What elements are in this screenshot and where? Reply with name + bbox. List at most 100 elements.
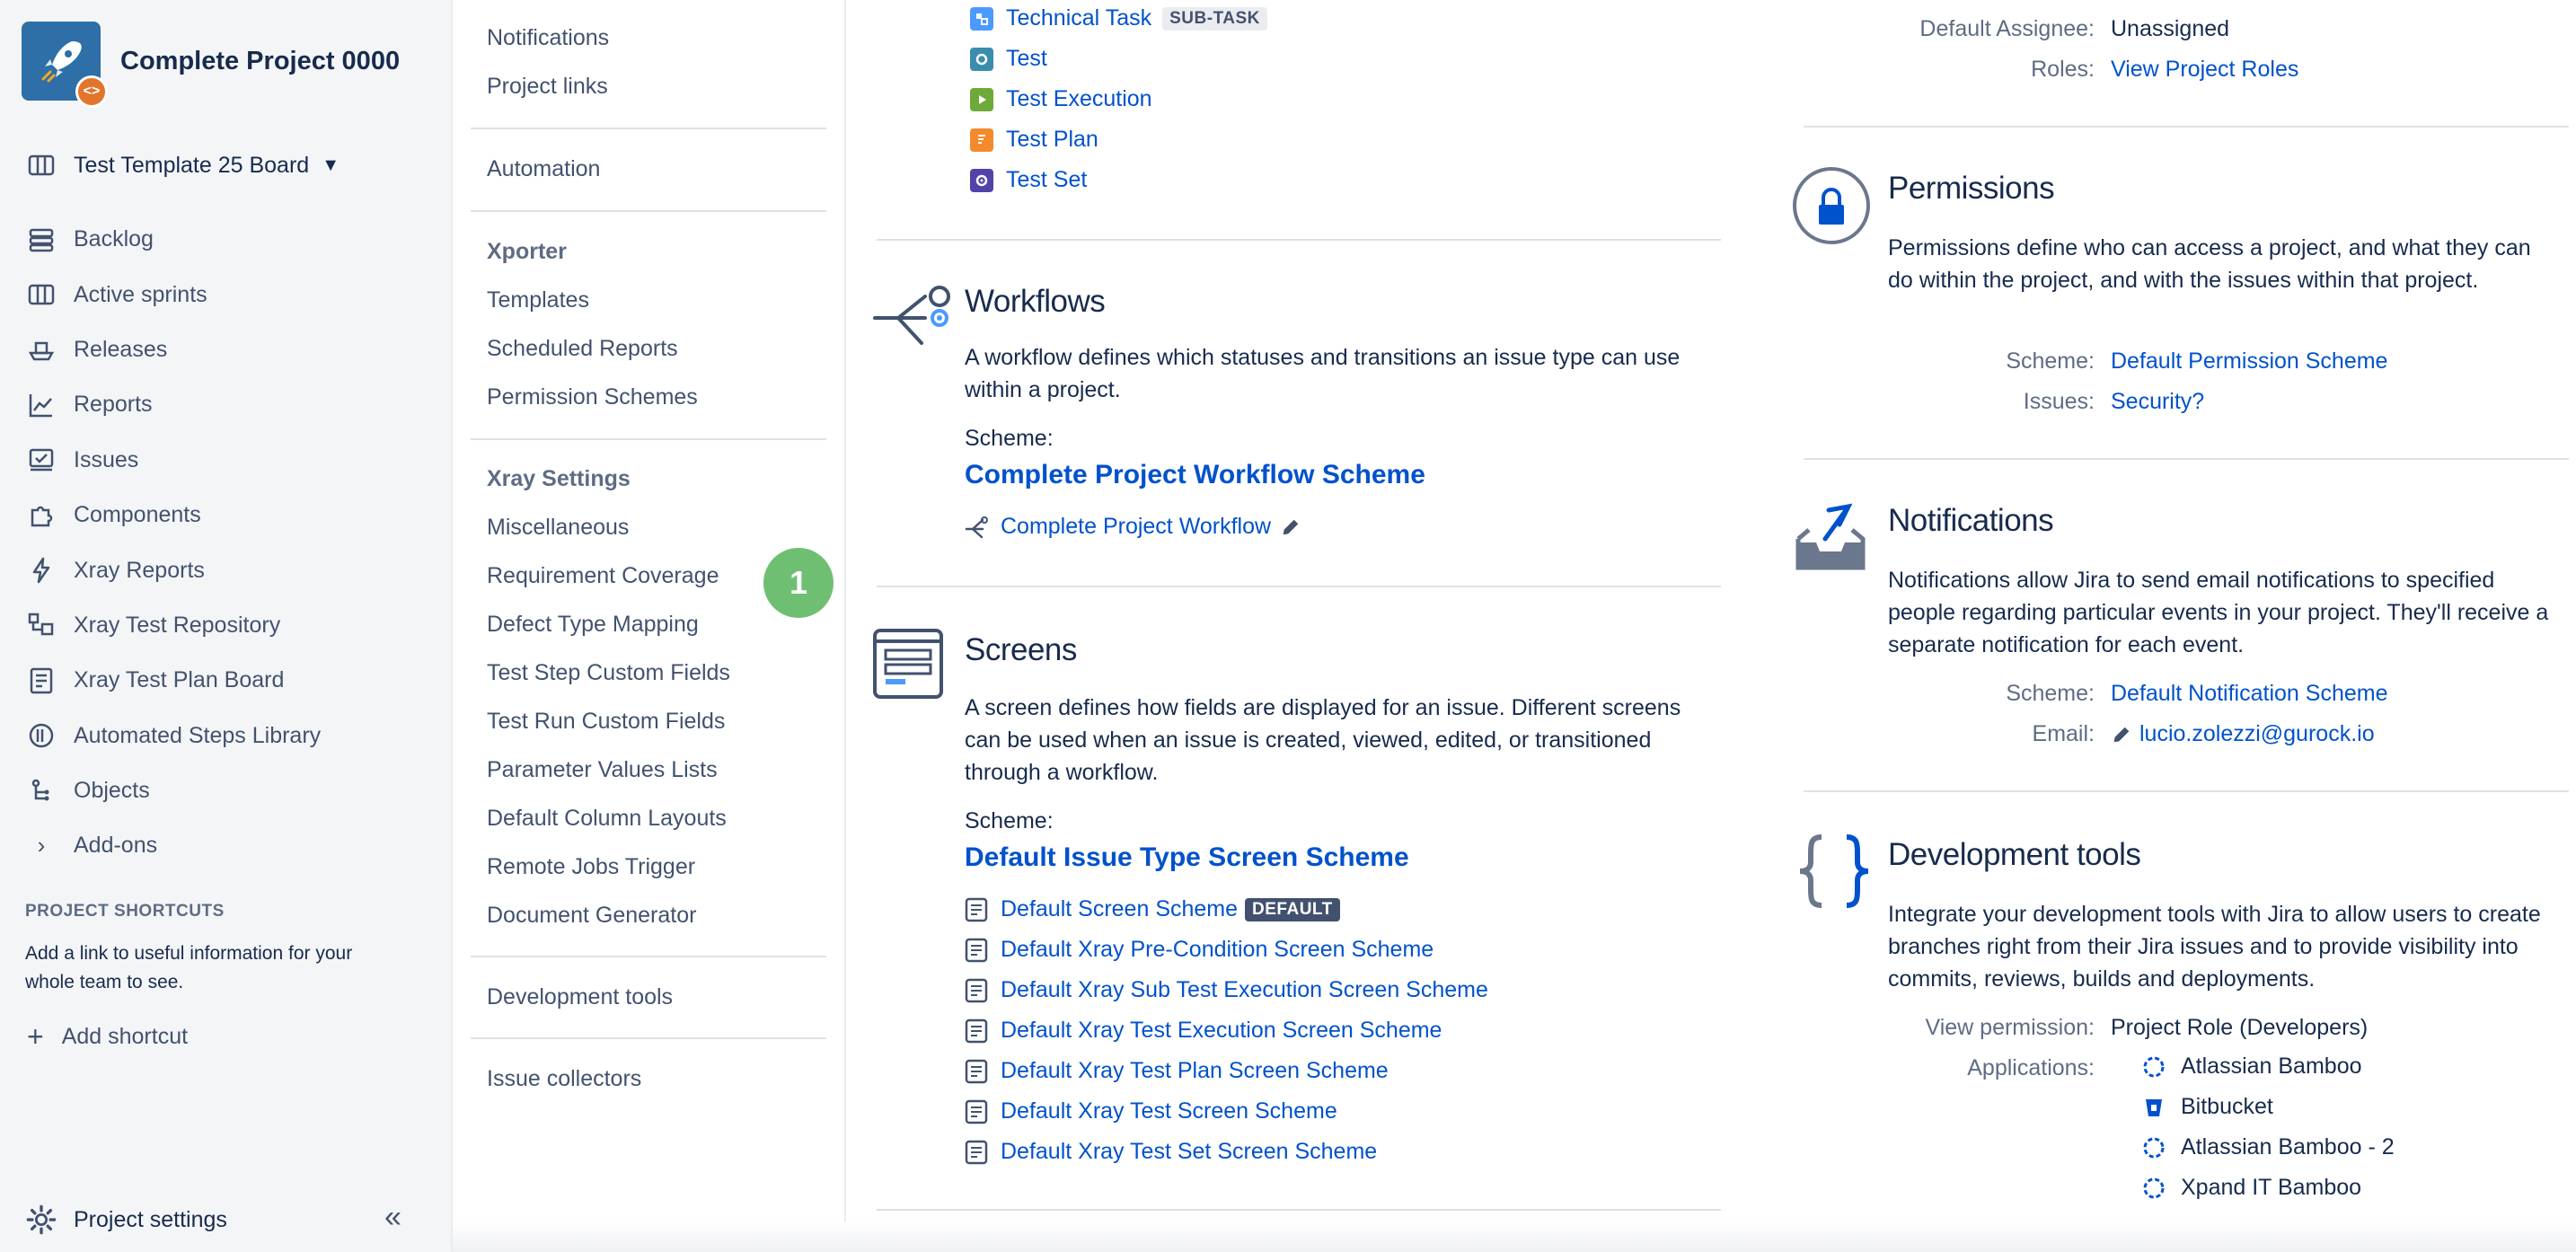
issue-type-link[interactable]: Test	[1006, 46, 1047, 72]
notifications-description: Notifications allow Jira to send email n…	[1888, 568, 2549, 657]
applications-label: Applications:	[1967, 1055, 2095, 1080]
subnav-item-scheduled-reports[interactable]: Scheduled Reports	[487, 336, 678, 362]
roles-row: Roles: View Project Roles	[1789, 57, 2298, 83]
step-marker-badge: 1	[763, 548, 834, 618]
sidebar-item-components[interactable]: Components	[25, 488, 438, 542]
screen-scheme-row[interactable]: Default Xray Sub Test Execution Screen S…	[965, 977, 1488, 1003]
screen-scheme-row[interactable]: Default Xray Test Screen Scheme	[965, 1098, 1337, 1124]
collapse-sidebar-icon[interactable]: «	[384, 1202, 401, 1232]
workflow-icon	[873, 286, 950, 345]
subnav-item-test-run-custom-fields[interactable]: Test Run Custom Fields	[487, 709, 725, 735]
screen-scheme-row[interactable]: Default Xray Test Set Screen Scheme	[965, 1139, 1377, 1165]
email-link[interactable]: lucio.zolezzi@gurock.io	[2139, 721, 2375, 747]
subnav-item-test-step-custom-fields[interactable]: Test Step Custom Fields	[487, 660, 730, 686]
issue-type-link[interactable]: Test Set	[1006, 167, 1087, 193]
board-icon	[25, 278, 57, 311]
subnav-item-permission-schemes[interactable]: Permission Schemes	[487, 384, 698, 410]
plus-icon: +	[27, 1020, 44, 1053]
screen-scheme-row[interactable]: Default Xray Test Plan Screen Scheme	[965, 1058, 1389, 1084]
divider	[877, 239, 1721, 241]
divider	[471, 210, 826, 212]
workflow-row[interactable]: Complete Project Workflow	[965, 514, 1301, 540]
issue-security-row: Issues: Security?	[1789, 389, 2204, 415]
issue-type-link[interactable]: Technical Task	[1006, 5, 1151, 31]
sidebar-item-add-ons[interactable]: › Add-ons	[25, 818, 438, 873]
board-name: Test Template 25 Board	[74, 152, 310, 178]
screen-scheme-link[interactable]: Default Xray Test Plan Screen Scheme	[1001, 1058, 1389, 1084]
sidebar-item-objects[interactable]: Objects	[25, 763, 438, 818]
sidebar-item-releases[interactable]: Releases	[25, 322, 438, 377]
issue-security-label: Issues:	[2023, 389, 2095, 414]
issue-type-row[interactable]: Test Plan	[970, 127, 1098, 153]
issue-type-link[interactable]: Test Execution	[1006, 86, 1152, 112]
screen-scheme-row[interactable]: Default Xray Test Execution Screen Schem…	[965, 1018, 1442, 1044]
screen-scheme-row[interactable]: Default Screen Scheme DEFAULT	[965, 896, 1340, 922]
issues-icon	[25, 444, 57, 476]
sidebar-item-xray-reports[interactable]: Xray Reports	[25, 542, 438, 597]
sidebar-item-xray-test-plan-board[interactable]: Xray Test Plan Board	[25, 653, 438, 708]
subnav-item-project-links[interactable]: Project links	[487, 74, 608, 100]
workflows-scheme-label: Scheme:	[965, 426, 1054, 451]
issue-security-link[interactable]: Security?	[2111, 389, 2204, 415]
sidebar-item-reports[interactable]: Reports	[25, 377, 438, 432]
screen-scheme-link[interactable]: Default Issue Type Screen Scheme	[965, 842, 1409, 873]
pencil-icon[interactable]	[1280, 516, 1301, 538]
issue-type-row[interactable]: Technical Task SUB-TASK	[970, 5, 1267, 31]
subnav-item-issue-collectors[interactable]: Issue collectors	[487, 1066, 641, 1092]
subnav-item-defect-type-mapping[interactable]: Defect Type Mapping	[487, 612, 699, 638]
add-shortcut-button[interactable]: + Add shortcut	[25, 1020, 188, 1054]
subnav-item-automation[interactable]: Automation	[487, 156, 600, 182]
sidebar-item-active-sprints[interactable]: Active sprints	[25, 267, 438, 322]
application-item: Xpand IT Bamboo	[2141, 1175, 2361, 1201]
screen-scheme-link[interactable]: Default Xray Test Set Screen Scheme	[1001, 1139, 1377, 1165]
screen-icon	[965, 1059, 988, 1083]
issue-type-row[interactable]: Test	[970, 46, 1047, 72]
screen-scheme-link[interactable]: Default Xray Pre-Condition Screen Scheme	[1001, 937, 1434, 963]
issue-type-link[interactable]: Test Plan	[1006, 127, 1098, 153]
screen-scheme-link[interactable]: Default Xray Sub Test Execution Screen S…	[1001, 977, 1488, 1003]
sidebar-item-backlog[interactable]: Backlog	[25, 212, 438, 267]
sidebar-item-label: Xray Test Plan Board	[74, 667, 285, 693]
project-header[interactable]: <> Complete Project 0000	[22, 22, 400, 108]
workflow-link[interactable]: Complete Project Workflow	[1001, 514, 1271, 540]
subnav-item-miscellaneous[interactable]: Miscellaneous	[487, 515, 629, 541]
screen-scheme-row[interactable]: Default Xray Pre-Condition Screen Scheme	[965, 937, 1434, 963]
screen-scheme-link[interactable]: Default Xray Test Screen Scheme	[1001, 1098, 1337, 1124]
subnav-item-notifications[interactable]: Notifications	[487, 25, 609, 51]
subnav-item-remote-jobs-trigger[interactable]: Remote Jobs Trigger	[487, 854, 695, 880]
view-project-roles-link[interactable]: View Project Roles	[2111, 57, 2298, 83]
issue-type-row[interactable]: Test Set	[970, 167, 1087, 193]
subnav-item-requirement-coverage[interactable]: Requirement Coverage	[487, 563, 719, 589]
sidebar-item-xray-test-repository[interactable]: Xray Test Repository	[25, 598, 438, 653]
subnav-item-document-generator[interactable]: Document Generator	[487, 903, 696, 929]
screen-scheme-link[interactable]: Default Xray Test Execution Screen Schem…	[1001, 1018, 1442, 1044]
test-icon	[970, 47, 993, 71]
subtask-lozenge: SUB-TASK	[1162, 6, 1267, 31]
sidebar-item-label: Xray Reports	[74, 557, 205, 583]
sidebar-item-label: Backlog	[74, 226, 154, 252]
screen-icon	[965, 1140, 988, 1164]
divider	[1804, 126, 2569, 128]
subnav-item-parameter-values-lists[interactable]: Parameter Values Lists	[487, 757, 718, 783]
subnav-item-development-tools[interactable]: Development tools	[487, 984, 673, 1010]
library-icon	[25, 719, 57, 752]
screens-scheme-label: Scheme:	[965, 808, 1054, 833]
permission-scheme-link[interactable]: Default Permission Scheme	[2111, 348, 2387, 375]
divider	[471, 1037, 826, 1039]
sidebar-item-label: Active sprints	[74, 281, 207, 307]
project-settings-link[interactable]: Project settings	[25, 1204, 227, 1236]
pencil-icon[interactable]	[2111, 724, 2132, 745]
screen-scheme-link[interactable]: Default Screen Scheme	[1001, 896, 1238, 922]
notification-scheme-link[interactable]: Default Notification Scheme	[2111, 681, 2387, 707]
email-value[interactable]: lucio.zolezzi@gurock.io	[2111, 721, 2375, 747]
board-icon	[25, 149, 57, 181]
board-selector[interactable]: Test Template 25 Board ▼	[25, 149, 340, 181]
application-item: Atlassian Bamboo - 2	[2141, 1134, 2395, 1160]
subnav-item-default-column-layouts[interactable]: Default Column Layouts	[487, 806, 727, 832]
sidebar-item-issues[interactable]: Issues	[25, 433, 438, 488]
sidebar-item-automated-steps-library[interactable]: Automated Steps Library	[25, 709, 438, 763]
view-permission-row: View permission: Project Role (Developer…	[1789, 1015, 2368, 1041]
issue-type-row[interactable]: Test Execution	[970, 86, 1152, 112]
subnav-item-templates[interactable]: Templates	[487, 287, 589, 313]
workflow-scheme-link[interactable]: Complete Project Workflow Scheme	[965, 460, 1425, 490]
